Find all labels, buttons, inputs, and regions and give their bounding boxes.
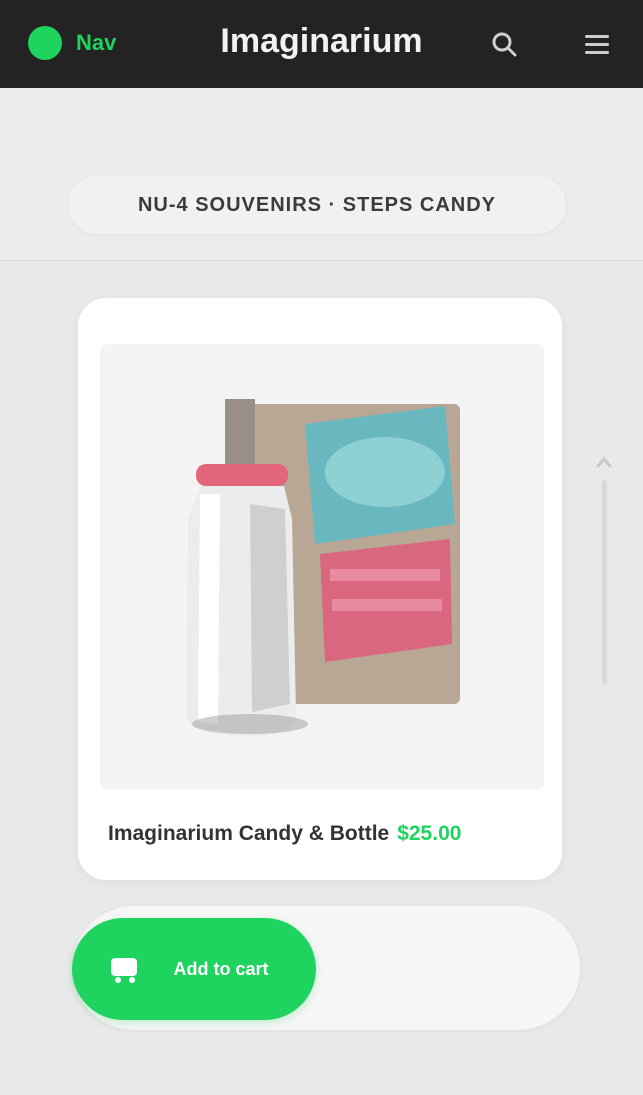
breadcrumb[interactable]: NU-4 SOUVENIRS · STEPS CANDY bbox=[68, 176, 566, 234]
search-icon bbox=[492, 32, 517, 57]
scroll-track[interactable] bbox=[602, 480, 607, 685]
menu-icon bbox=[585, 35, 609, 54]
product-caption: Imaginarium Candy & Bottle $25.00 bbox=[108, 822, 538, 846]
brand[interactable]: Nav bbox=[28, 26, 116, 60]
product-card[interactable]: Imaginarium Candy & Bottle $25.00 bbox=[78, 298, 562, 880]
product-image bbox=[186, 399, 460, 736]
breadcrumb-text: NU-4 SOUVENIRS · STEPS CANDY bbox=[137, 193, 497, 216]
add-to-cart-label: Add to cart bbox=[173, 959, 269, 979]
brand-logo-icon bbox=[28, 26, 62, 60]
top-app-bar: Nav Imaginarium bbox=[0, 0, 643, 88]
cart-icon bbox=[111, 958, 137, 983]
brand-label: Nav bbox=[76, 30, 117, 55]
menu-button[interactable] bbox=[575, 22, 619, 66]
chevron-up-icon bbox=[596, 456, 612, 468]
search-button[interactable] bbox=[482, 22, 526, 66]
product-name: Imaginarium Candy & Bottle bbox=[108, 822, 390, 845]
app-title: Imaginarium bbox=[220, 22, 423, 60]
product-price: $25.00 bbox=[397, 822, 462, 845]
carousel-scroll-handle[interactable] bbox=[592, 452, 616, 688]
product-photo[interactable] bbox=[100, 344, 544, 790]
add-to-cart-button[interactable]: Add to cart bbox=[72, 918, 316, 1020]
header-band bbox=[0, 88, 643, 261]
